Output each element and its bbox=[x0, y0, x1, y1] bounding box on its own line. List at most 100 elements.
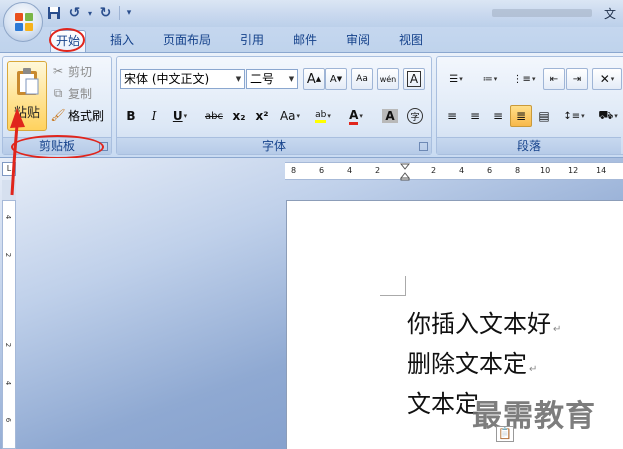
char-shading-button[interactable]: A bbox=[379, 105, 401, 127]
customize-qat-icon[interactable]: ▾ bbox=[124, 4, 134, 22]
align-center-button[interactable]: ≡ bbox=[464, 105, 486, 127]
underline-button[interactable]: U ▾ bbox=[167, 105, 193, 127]
font-group-label: 字体 bbox=[117, 137, 431, 154]
char-shading-icon: A bbox=[382, 109, 398, 123]
ruler-label: 12 bbox=[568, 166, 579, 175]
enclosed-char-button[interactable]: 字 bbox=[404, 105, 426, 127]
clipboard-label-highlight-oval bbox=[11, 135, 104, 159]
line-spacing-button[interactable]: ↕≡ ▾ bbox=[559, 105, 589, 127]
italic-button[interactable]: I bbox=[143, 105, 165, 127]
justify-icon: ≣ bbox=[515, 109, 527, 123]
tab-references[interactable]: 引用 bbox=[233, 30, 271, 52]
font-dialog-launcher-icon[interactable] bbox=[419, 142, 428, 151]
align-right-button[interactable]: ≡ bbox=[487, 105, 509, 127]
undo-icon[interactable]: ↺ bbox=[65, 4, 84, 22]
align-left-button[interactable]: ≡ bbox=[441, 105, 463, 127]
ruler-label: 4 bbox=[347, 166, 353, 175]
italic-icon: I bbox=[151, 109, 157, 123]
subscript-button[interactable]: x₂ bbox=[228, 105, 250, 127]
numbering-button[interactable]: ≔ ▾ bbox=[475, 68, 505, 90]
decrease-indent-icon: ⇤ bbox=[549, 73, 559, 85]
ruler-label: 4 bbox=[459, 166, 465, 175]
multilevel-list-icon: ⋮≡ bbox=[512, 73, 531, 85]
ruler-label: 2 bbox=[4, 252, 13, 258]
justify-button[interactable]: ≣ bbox=[510, 105, 532, 127]
document-line[interactable]: 你插入文本好 ↵ bbox=[407, 304, 561, 339]
bullets-icon: ☰ bbox=[449, 73, 459, 85]
highlight-icon: ab bbox=[315, 110, 327, 123]
change-case-button[interactable]: Aa ▾ bbox=[275, 105, 305, 127]
highlight-button[interactable]: ab ▾ bbox=[308, 105, 338, 127]
qat-separator bbox=[119, 6, 120, 20]
office-button[interactable] bbox=[3, 2, 43, 42]
paragraph-group: ☰ ▾ ≔ ▾ ⋮≡ ▾ ⇤ ⇥ ✕ ▾ ≡ ≡ ≡ ≣ ▤ ↕≡ ▾ ⛟ ▾ … bbox=[436, 56, 623, 155]
redo-icon[interactable]: ↻ bbox=[96, 4, 115, 22]
document-line-text: 文本定 bbox=[407, 390, 479, 418]
char-border-button[interactable]: A bbox=[403, 68, 425, 90]
font-color-icon: A bbox=[349, 108, 359, 125]
tab-review[interactable]: 审阅 bbox=[339, 30, 377, 52]
document-line[interactable]: 删除文本定 ↵ bbox=[407, 344, 537, 379]
font-group: 宋体 (中文正文) ▼ 二号 ▼ A ▲ A ▼ Aa wén A B I U ▾ bbox=[116, 56, 432, 155]
home-tab-highlight-oval bbox=[49, 28, 85, 52]
distributed-icon: ▤ bbox=[538, 109, 550, 123]
increase-indent-icon: ⇥ bbox=[572, 73, 582, 85]
cut-label: 剪切 bbox=[68, 64, 93, 79]
multilevel-list-button[interactable]: ⋮≡ ▾ bbox=[509, 68, 539, 90]
undo-dropdown-icon[interactable]: ▾ bbox=[86, 4, 94, 22]
office-logo-icon bbox=[15, 13, 33, 31]
indent-marker-icon[interactable] bbox=[400, 163, 410, 181]
ruler-label: 14 bbox=[596, 166, 607, 175]
paragraph-mark: ↵ bbox=[529, 364, 538, 375]
save-icon[interactable] bbox=[44, 4, 63, 22]
paragraph-group-label: 段落 bbox=[437, 137, 621, 154]
vertical-ruler[interactable]: 4 2 2 4 6 bbox=[2, 200, 16, 449]
shading-button[interactable]: ⛟ ▾ bbox=[593, 105, 623, 127]
bullets-button[interactable]: ☰ ▾ bbox=[441, 68, 471, 90]
paragraph-mark: ↵ bbox=[553, 324, 562, 335]
clear-format-button[interactable]: Aa bbox=[351, 68, 373, 90]
watermark: 最需教育 bbox=[472, 399, 596, 434]
shrink-font-button[interactable]: A ▼ bbox=[325, 68, 347, 90]
ruler-label: 6 bbox=[4, 417, 13, 423]
clipboard-icon bbox=[17, 68, 39, 95]
ruler-label: 6 bbox=[487, 166, 493, 175]
tab-selector-button[interactable]: L bbox=[2, 162, 16, 176]
font-color-button[interactable]: A ▾ bbox=[341, 105, 371, 127]
font-name-select[interactable]: 宋体 (中文正文) ▼ bbox=[120, 69, 245, 89]
paint-bucket-icon: ⛟ bbox=[598, 108, 614, 122]
distributed-button[interactable]: ▤ bbox=[533, 105, 555, 127]
cut-button[interactable]: ✂ 剪切 bbox=[51, 62, 92, 80]
horizontal-ruler[interactable]: 8 6 4 2 2 4 6 8 10 12 14 bbox=[285, 162, 623, 181]
tab-mailings[interactable]: 邮件 bbox=[286, 30, 324, 52]
copy-button[interactable]: ⧉ 复制 bbox=[51, 84, 92, 102]
decrease-indent-button[interactable]: ⇤ bbox=[543, 68, 565, 90]
enclosed-char-icon: 字 bbox=[407, 108, 423, 124]
title-bar: ↺ ▾ ↻ ▾ 文 bbox=[0, 0, 623, 27]
shrink-font-icon: A bbox=[329, 73, 337, 85]
superscript-button[interactable]: x² bbox=[251, 105, 273, 127]
paste-options-icon[interactable]: 📋 bbox=[496, 426, 514, 442]
font-size-select[interactable]: 二号 ▼ bbox=[246, 69, 298, 89]
strikethrough-button[interactable]: abc bbox=[201, 105, 227, 127]
paste-button[interactable]: 粘贴 bbox=[7, 61, 47, 131]
ruler-label: 2 bbox=[375, 166, 381, 175]
tab-page-layout[interactable]: 页面布局 bbox=[158, 30, 216, 52]
phonetic-guide-button[interactable]: wén bbox=[377, 68, 399, 90]
tab-insert[interactable]: 插入 bbox=[103, 30, 141, 52]
subscript-icon: x₂ bbox=[232, 109, 246, 123]
align-right-icon: ≡ bbox=[492, 109, 504, 123]
tab-view[interactable]: 视图 bbox=[392, 30, 430, 52]
vertical-ruler-margin bbox=[2, 180, 16, 200]
increase-indent-button[interactable]: ⇥ bbox=[566, 68, 588, 90]
scissors-icon: ✂ bbox=[52, 64, 64, 78]
document-line[interactable]: 文本定 bbox=[407, 384, 479, 419]
format-painter-button[interactable]: 🖌 格式刷 bbox=[50, 106, 104, 124]
chinese-layout-button[interactable]: ✕ ▾ bbox=[592, 68, 622, 90]
line-spacing-icon: ↕≡ bbox=[563, 110, 581, 122]
bold-button[interactable]: B bbox=[120, 105, 142, 127]
chevron-down-icon: ▼ bbox=[235, 75, 242, 83]
grow-font-button[interactable]: A ▲ bbox=[303, 68, 325, 90]
clear-format-icon: Aa bbox=[356, 74, 368, 84]
numbering-icon: ≔ bbox=[482, 73, 493, 85]
